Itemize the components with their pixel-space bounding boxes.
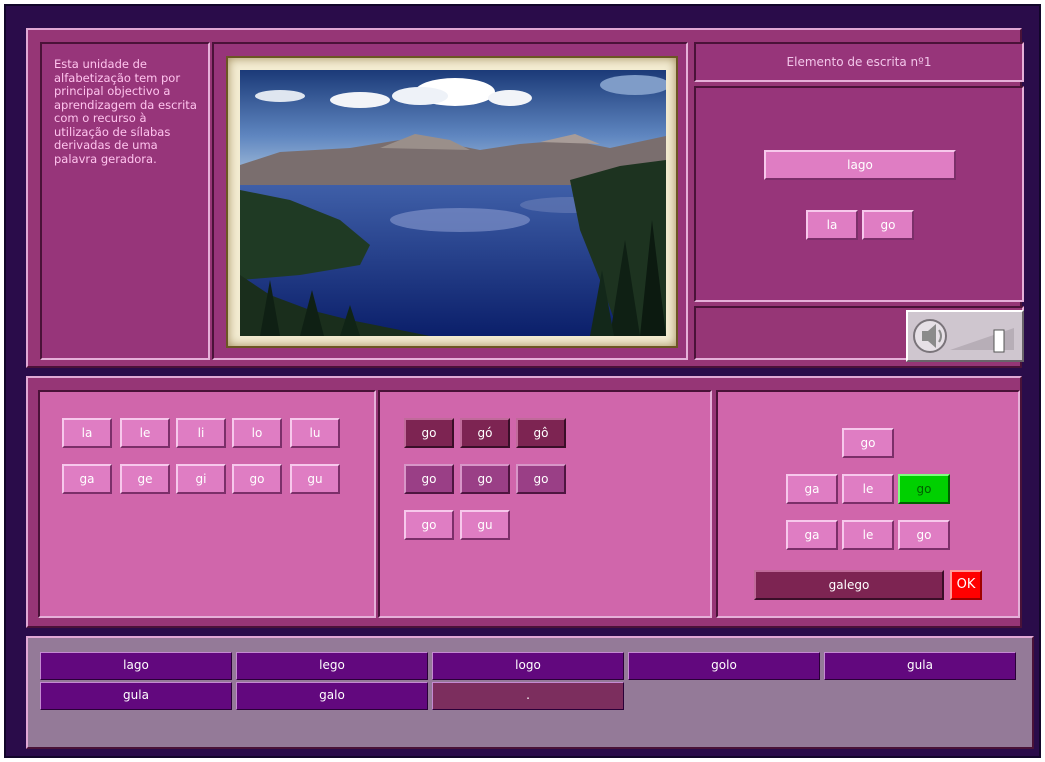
variants-panel: go gó gô go go go go gu bbox=[378, 390, 712, 618]
syllable-gi[interactable]: gi bbox=[176, 464, 226, 494]
composer-top-syllable[interactable]: go bbox=[842, 428, 894, 458]
syllable-la[interactable]: la bbox=[62, 418, 112, 448]
lake-photo bbox=[240, 70, 666, 336]
composed-word-field[interactable]: galego bbox=[754, 570, 944, 600]
ok-button[interactable]: OK bbox=[950, 570, 982, 600]
composer-syllable-le[interactable]: le bbox=[842, 474, 894, 504]
word-list-item[interactable]: lago bbox=[40, 652, 232, 680]
syllable-lu[interactable]: lu bbox=[290, 418, 340, 448]
top-section: Esta unidade de alfabetização tem por pr… bbox=[26, 28, 1024, 368]
syllable-li[interactable]: li bbox=[176, 418, 226, 448]
variant-go-acute[interactable]: gó bbox=[460, 418, 510, 448]
word-list-item[interactable]: galo bbox=[236, 682, 428, 710]
composer-syllable-ga[interactable]: ga bbox=[786, 474, 838, 504]
syllable-ga[interactable]: ga bbox=[62, 464, 112, 494]
syllable-go[interactable]: go bbox=[232, 464, 282, 494]
target-word: lago bbox=[764, 150, 956, 180]
syllable-ge[interactable]: ge bbox=[120, 464, 170, 494]
middle-section: la le li lo lu ga ge gi go gu go gó gô g… bbox=[26, 376, 1022, 628]
variant-go[interactable]: go bbox=[460, 464, 510, 494]
speaker-icon bbox=[913, 319, 1014, 353]
syllable-grid-panel: la le li lo lu ga ge gi go gu bbox=[38, 390, 376, 618]
lake-image bbox=[240, 70, 666, 336]
word-list-item[interactable]: gula bbox=[824, 652, 1016, 680]
variant-go[interactable]: go bbox=[404, 418, 454, 448]
composer-syllable-go[interactable]: go bbox=[898, 520, 950, 550]
variant-gu[interactable]: gu bbox=[460, 510, 510, 540]
variant-go[interactable]: go bbox=[404, 510, 454, 540]
composer-syllable-ga[interactable]: ga bbox=[786, 520, 838, 550]
target-syllable-2[interactable]: go bbox=[862, 210, 914, 240]
syllable-gu[interactable]: gu bbox=[290, 464, 340, 494]
photo-panel bbox=[212, 42, 688, 360]
syllable-le[interactable]: le bbox=[120, 418, 170, 448]
intro-panel: Esta unidade de alfabetização tem por pr… bbox=[40, 42, 210, 360]
word-list-section: lago lego logo golo gula gula galo . bbox=[26, 636, 1034, 749]
intro-text: Esta unidade de alfabetização tem por pr… bbox=[54, 57, 197, 166]
word-list-item[interactable]: gula bbox=[40, 682, 232, 710]
composer-syllable-le[interactable]: le bbox=[842, 520, 894, 550]
word-list-item[interactable]: lego bbox=[236, 652, 428, 680]
word-composer-panel: go ga le go ga le go galego OK bbox=[716, 390, 1020, 618]
control-panel bbox=[694, 306, 1024, 362]
syllable-lo[interactable]: lo bbox=[232, 418, 282, 448]
composer-syllable-go-selected[interactable]: go bbox=[898, 474, 950, 504]
target-word-panel: lago la go bbox=[694, 86, 1024, 302]
word-list-item-empty[interactable]: . bbox=[432, 682, 624, 710]
photo-frame bbox=[226, 56, 678, 348]
word-list-item[interactable]: golo bbox=[628, 652, 820, 680]
title-panel: Elemento de escrita nº1 bbox=[694, 42, 1024, 82]
word-list-item[interactable]: logo bbox=[432, 652, 624, 680]
page-title: Elemento de escrita nº1 bbox=[786, 55, 932, 69]
target-syllable-1[interactable]: la bbox=[806, 210, 858, 240]
volume-control[interactable] bbox=[906, 310, 1024, 362]
variant-go[interactable]: go bbox=[516, 464, 566, 494]
variant-go[interactable]: go bbox=[404, 464, 454, 494]
variant-go-circumflex[interactable]: gô bbox=[516, 418, 566, 448]
